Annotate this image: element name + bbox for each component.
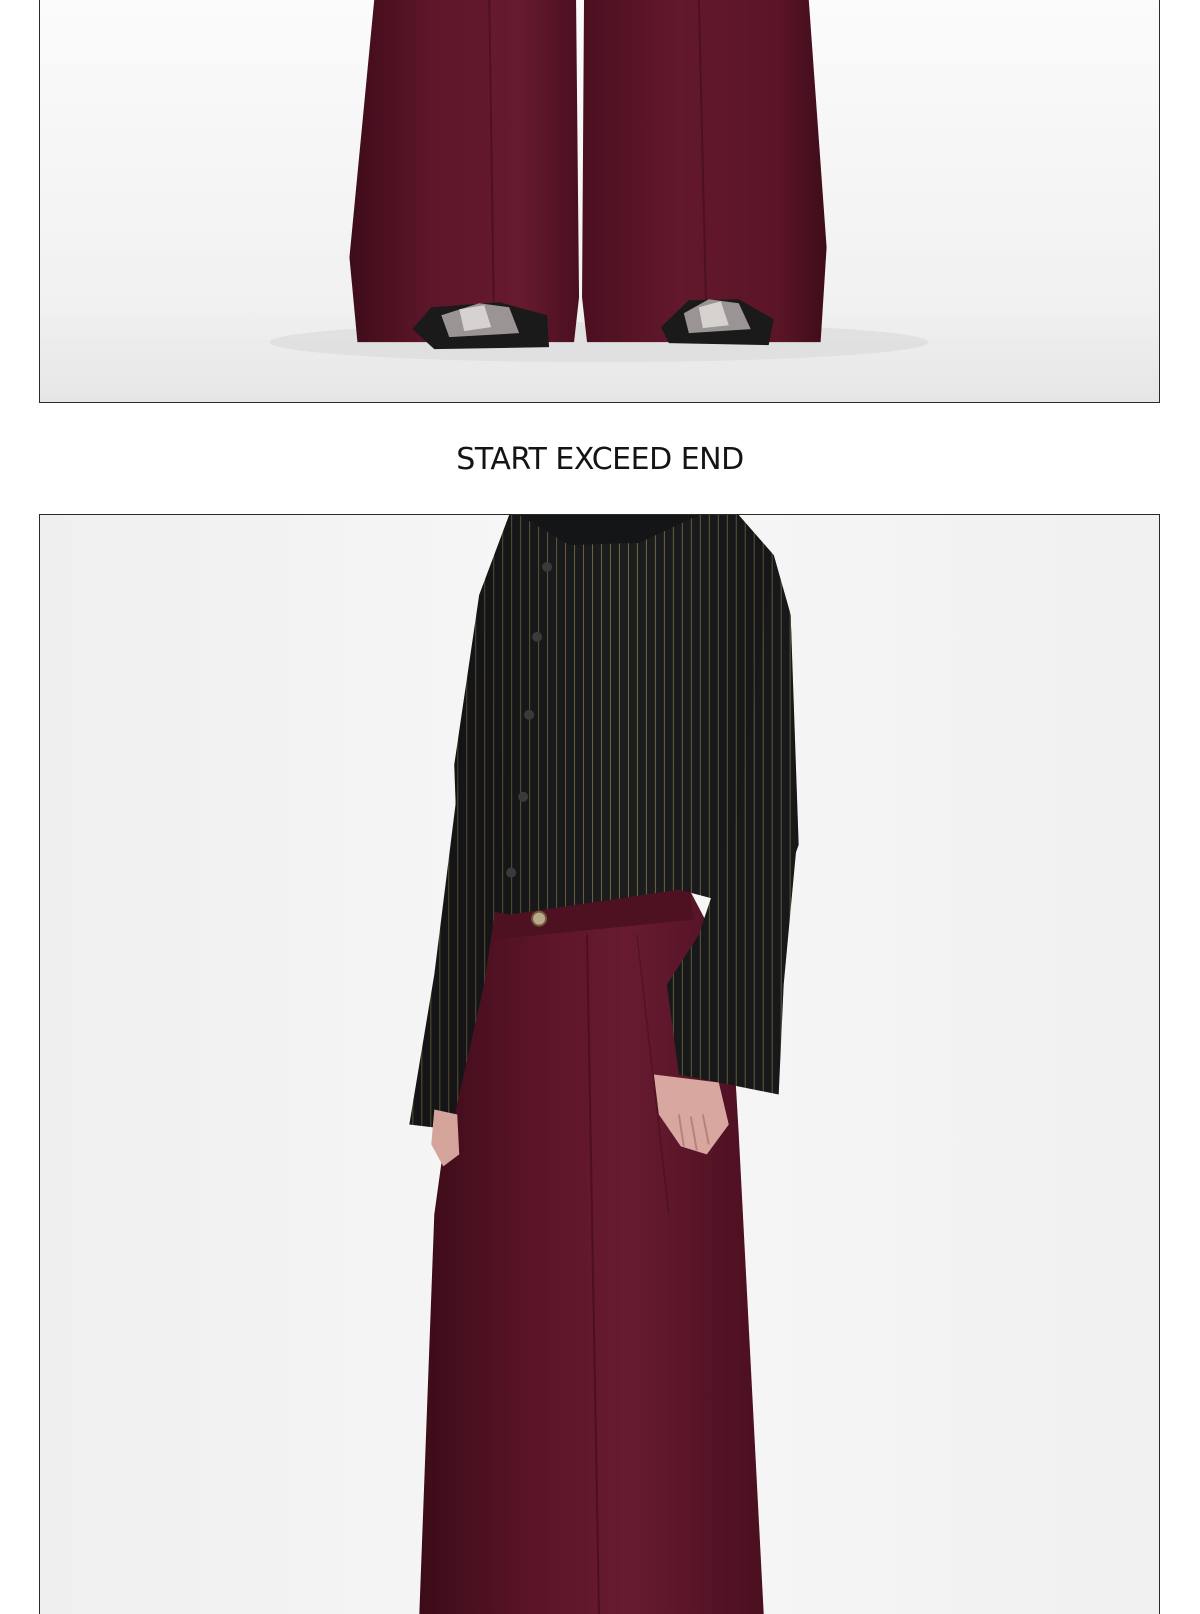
trousers-legs-image (40, 0, 1159, 402)
photo-shirt-and-trousers (39, 514, 1160, 1614)
left-trouser-leg (349, 0, 580, 343)
waist-button (531, 910, 548, 927)
shirt-button (524, 709, 535, 720)
shirt-and-trousers-image (40, 515, 1159, 1614)
shirt-button (542, 561, 553, 572)
right-trouser-leg (582, 0, 827, 343)
brand-caption: START EXCEED END (456, 442, 744, 477)
shirt-button (518, 791, 529, 802)
photo-trousers-legs (39, 0, 1160, 403)
shirt-button (532, 631, 543, 642)
shirt-button (506, 867, 517, 878)
